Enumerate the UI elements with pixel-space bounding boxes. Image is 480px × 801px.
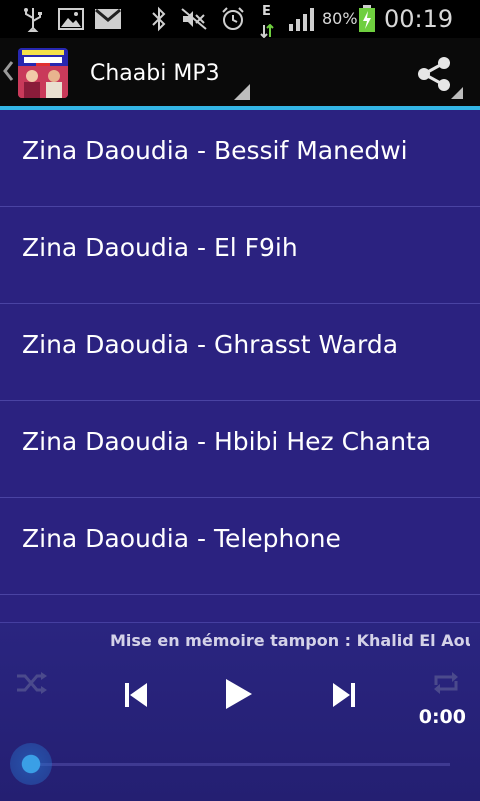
shuffle-button[interactable] [14,665,50,701]
play-icon [226,679,252,709]
mute-icon [180,6,208,32]
song-list[interactable]: Zina Daoudia - Bessif Manedwi Zina Daoud… [0,110,480,622]
next-button[interactable] [324,675,364,715]
song-title: Zina Daoudia - Bessif Manedwi [22,136,408,165]
alarm-icon [220,6,246,32]
list-item[interactable]: Zina Daoudia - Telephone [0,498,480,595]
app-icon[interactable] [18,48,68,98]
bluetooth-icon [150,6,168,32]
seek-bar-thumb[interactable] [10,743,52,785]
signal-icon [288,6,318,32]
player-panel: Mise en mémoire tampon : Khalid El Aouni… [0,622,480,801]
previous-button[interactable] [116,675,156,715]
dropdown-indicator-icon[interactable] [234,84,250,104]
previous-icon [125,683,147,707]
app-title: Chaabi MP3 [90,61,220,86]
repeat-button[interactable] [428,665,464,701]
back-chevron-icon[interactable] [2,60,14,86]
elapsed-time: 0:00 [418,706,466,728]
battery-percent: 80% [322,9,358,28]
share-button[interactable] [414,54,454,94]
clock: 00:19 [384,5,454,33]
list-item[interactable]: Zina Daoudia - Ghrasst Warda [0,304,480,401]
buffering-ticker: Mise en mémoire tampon : Khalid El Aouni… [110,631,470,650]
list-item[interactable] [0,595,480,622]
repeat-icon [434,672,458,694]
action-bar: Chaabi MP3 [0,38,480,106]
list-item[interactable]: Zina Daoudia - Hbibi Hez Chanta [0,401,480,498]
seek-bar-track[interactable] [30,763,450,766]
status-bar: E 80% 00:19 [0,0,480,38]
list-item[interactable]: Zina Daoudia - Bessif Manedwi [0,110,480,207]
battery-charging-icon [358,5,376,32]
play-button[interactable] [216,671,262,717]
share-icon [418,57,450,91]
next-icon [333,683,355,707]
song-title: Zina Daoudia - Telephone [22,524,341,553]
usb-icon [22,6,44,32]
song-title: Zina Daoudia - Hbibi Hez Chanta [22,427,432,456]
gmail-icon [94,6,122,32]
song-title: Zina Daoudia - Ghrasst Warda [22,330,399,359]
song-title: Zina Daoudia - El F9ih [22,233,298,262]
shuffle-icon [17,672,47,694]
overflow-indicator-icon [451,84,463,103]
list-item[interactable]: Zina Daoudia - El F9ih [0,207,480,304]
image-icon [58,6,84,32]
